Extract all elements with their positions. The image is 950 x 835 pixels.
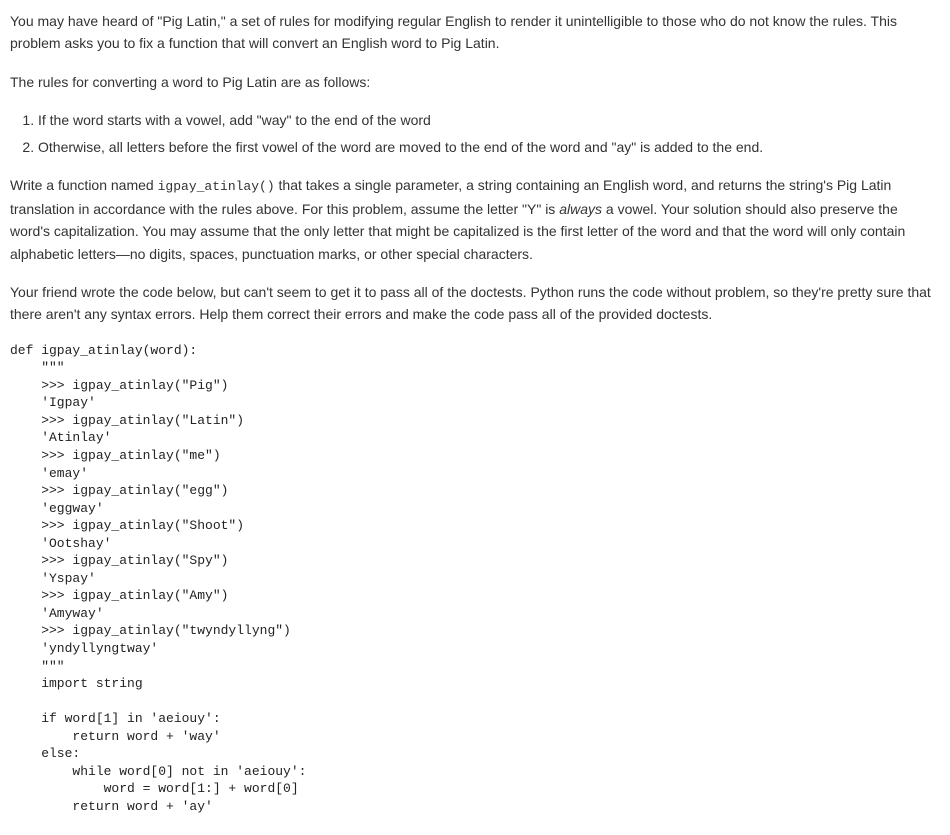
rule-item-1: If the word starts with a vowel, add "wa… [38, 109, 940, 131]
rules-list: If the word starts with a vowel, add "wa… [10, 109, 940, 158]
intro-paragraph-2: The rules for converting a word to Pig L… [10, 71, 940, 93]
intro-paragraph-1: You may have heard of "Pig Latin," a set… [10, 10, 940, 55]
rule-item-2: Otherwise, all letters before the first … [38, 136, 940, 158]
task-text-pre: Write a function named [10, 177, 158, 193]
friend-paragraph: Your friend wrote the code below, but ca… [10, 281, 940, 326]
task-paragraph: Write a function named igpay_atinlay() t… [10, 174, 940, 265]
code-block: def igpay_atinlay(word): """ >>> igpay_a… [10, 342, 940, 816]
task-emphasis-always: always [559, 201, 602, 217]
function-name-code: igpay_atinlay() [158, 179, 275, 194]
